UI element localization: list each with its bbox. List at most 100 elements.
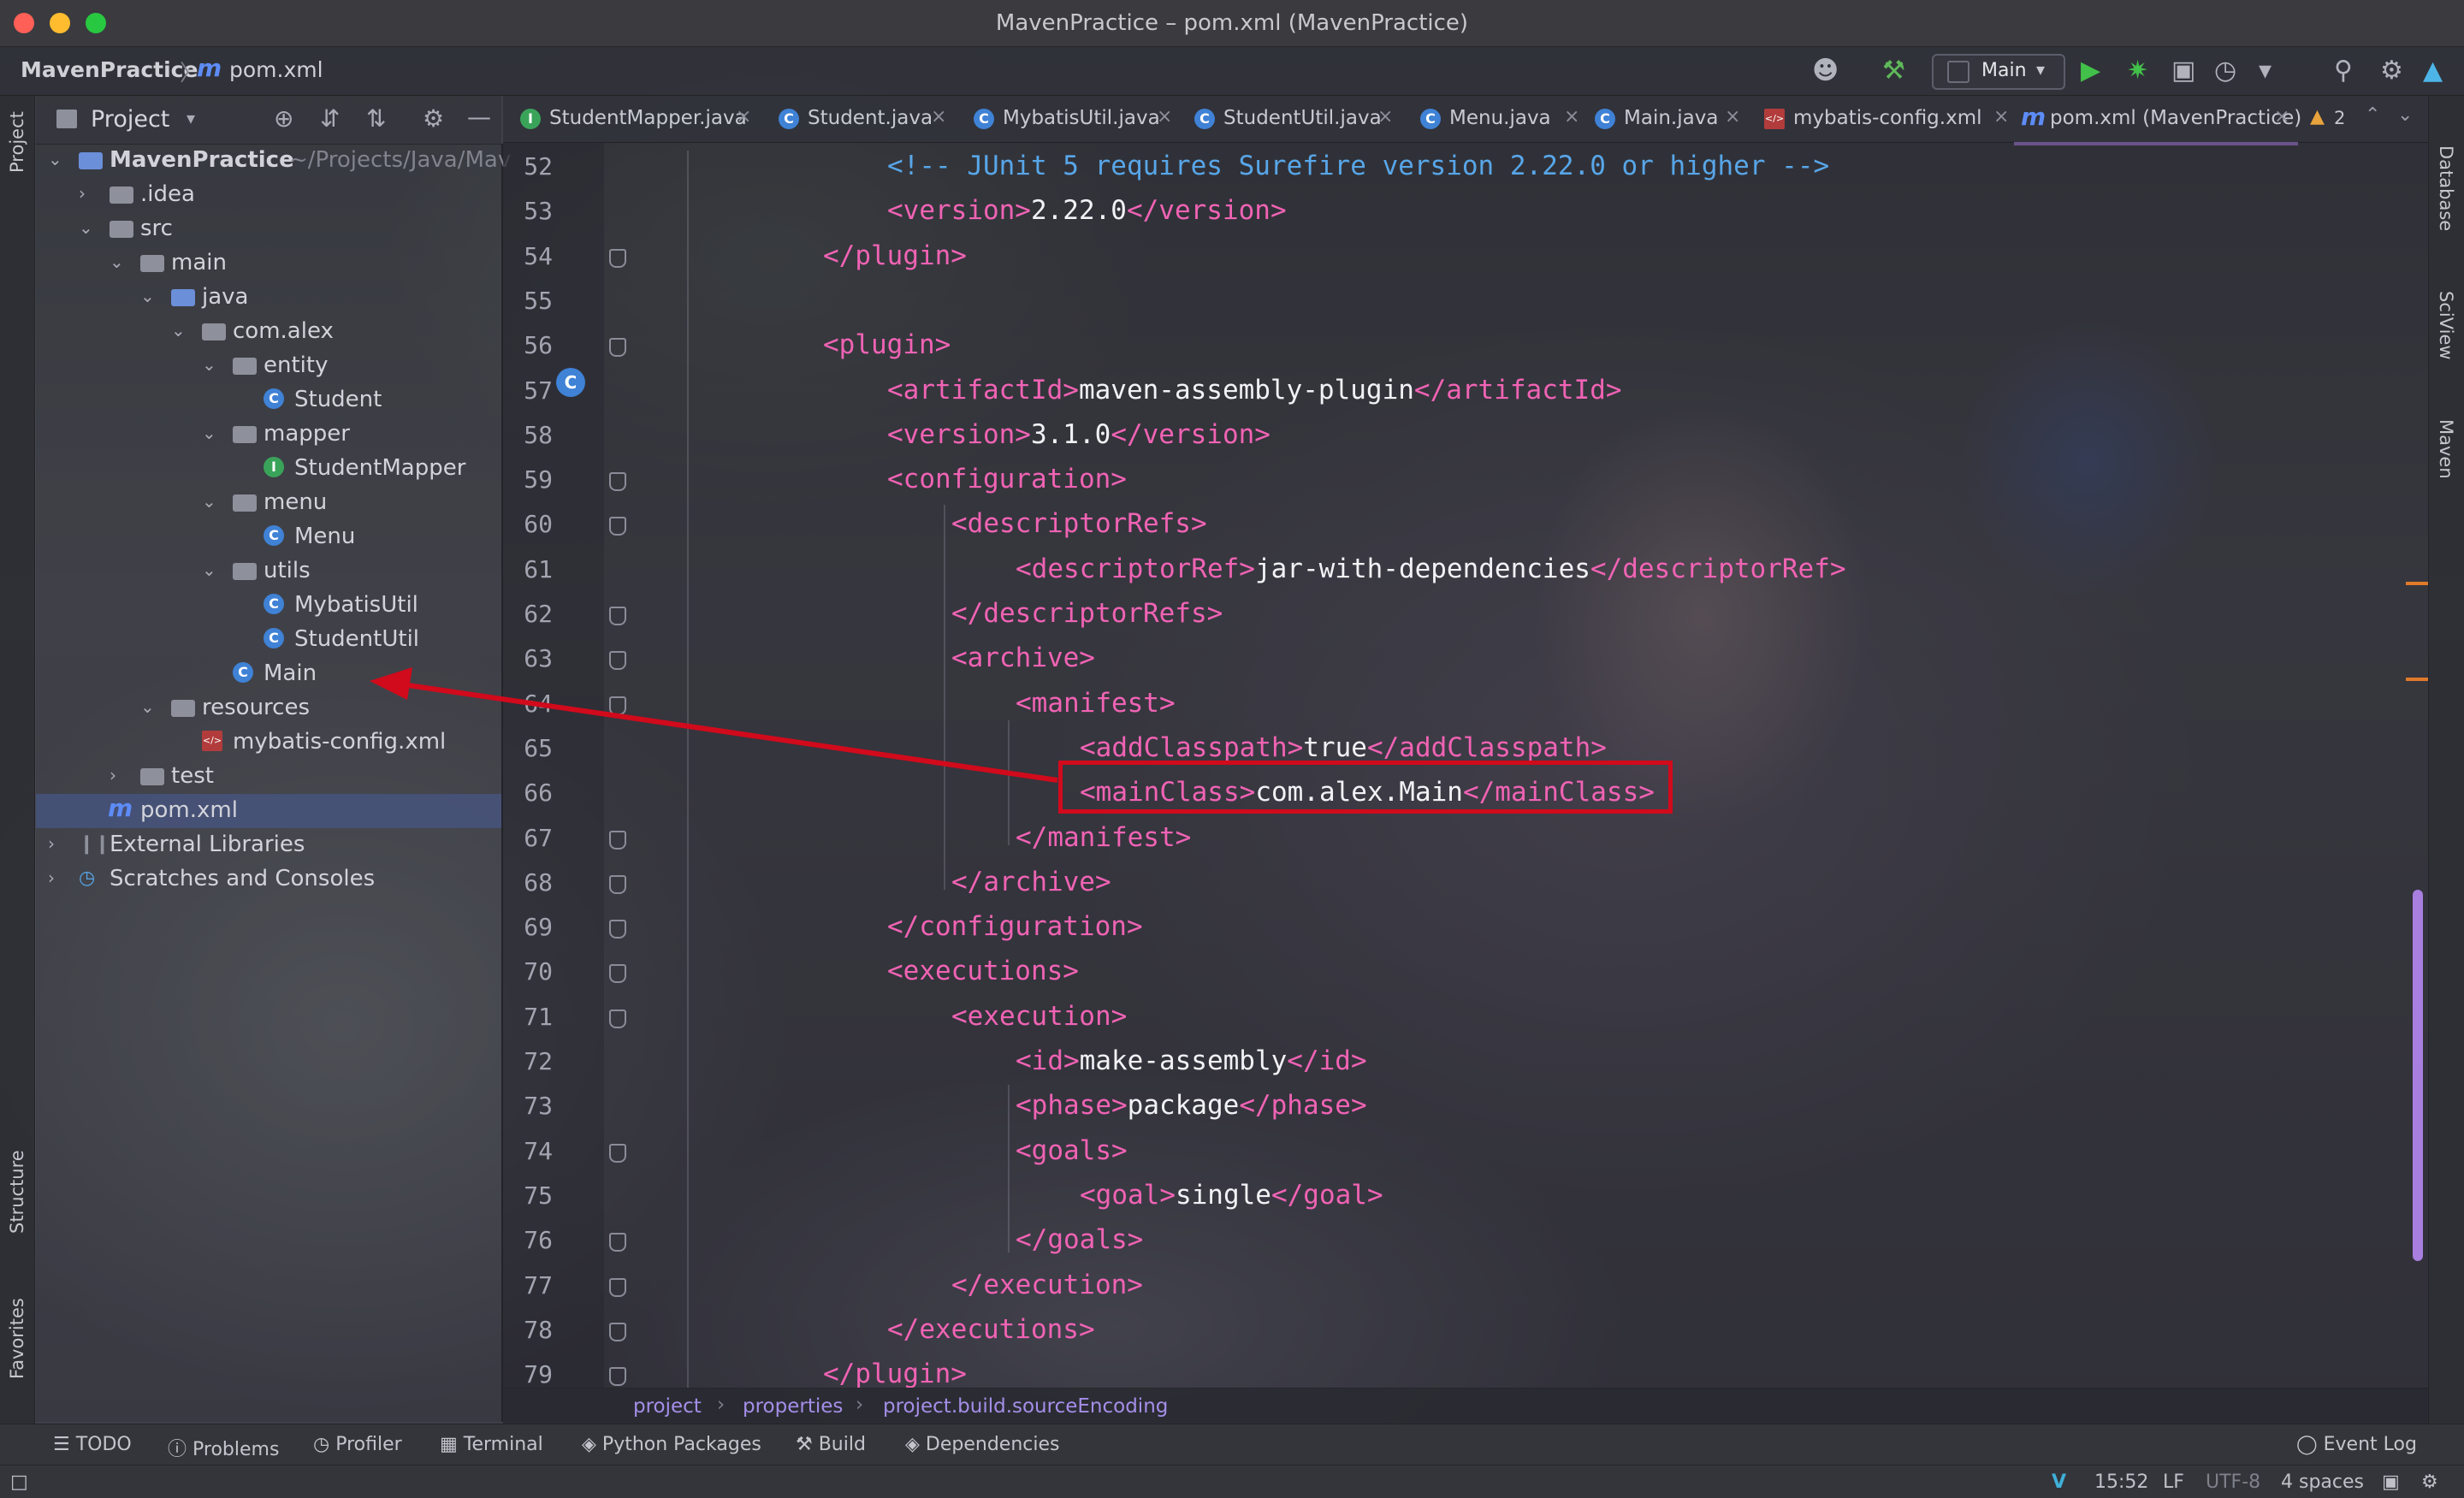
build-hammer-icon[interactable]: ⚒	[1882, 56, 1905, 86]
user-icon[interactable]: ☻	[1812, 56, 1839, 86]
line-number[interactable]: 72	[510, 1047, 553, 1075]
code-line[interactable]: <version>3.1.0</version>	[887, 419, 1270, 450]
code-line[interactable]: <!-- JUnit 5 requires Surefire version 2…	[887, 151, 1829, 181]
chevron-down-icon[interactable]: ⌄	[79, 217, 93, 238]
fold-marker-icon[interactable]	[609, 517, 626, 536]
debug-icon[interactable]: ✷	[2127, 56, 2148, 86]
status-line-separator[interactable]: LF	[2163, 1471, 2184, 1493]
tree-item-mybatisutil[interactable]: C MybatisUtil	[36, 589, 501, 623]
status-encoding[interactable]: UTF-8	[2206, 1471, 2260, 1493]
line-number[interactable]: 77	[510, 1271, 553, 1300]
line-number[interactable]: 67	[510, 824, 553, 852]
profiler-tool-button[interactable]: ◷ Profiler	[313, 1434, 402, 1455]
fold-marker-icon[interactable]	[609, 1367, 626, 1386]
override-gutter-icon[interactable]: C	[556, 368, 585, 397]
line-number[interactable]: 75	[510, 1181, 553, 1210]
line-number[interactable]: 74	[510, 1137, 553, 1165]
toolbox-icon[interactable]: ▲	[2423, 56, 2443, 86]
fold-marker-icon[interactable]	[609, 1323, 626, 1341]
fold-marker-icon[interactable]	[609, 338, 626, 357]
nav-project[interactable]: MavenPractice	[21, 57, 198, 82]
fold-marker-icon[interactable]	[609, 875, 626, 894]
code-line[interactable]: </archive>	[951, 867, 1111, 897]
toggle-tool-windows-icon[interactable]: □	[10, 1471, 28, 1493]
todo-tool-button[interactable]: ☰ TODO	[53, 1434, 132, 1455]
expand-all-icon[interactable]: ⇵	[320, 104, 340, 133]
chevron-down-icon[interactable]: ⌄	[171, 320, 186, 340]
line-number[interactable]: 60	[510, 510, 553, 538]
code-line[interactable]: </goals>	[1016, 1224, 1143, 1255]
code-line[interactable]: <archive>	[951, 642, 1095, 673]
tree-item-main[interactable]: ⌄ main	[36, 246, 501, 281]
tree-item-idea[interactable]: › .idea	[36, 178, 501, 212]
tree-item-mavenpractice[interactable]: ⌄ MavenPractice ~/Projects/Java/Mav	[36, 144, 511, 178]
terminal-tool-button[interactable]: ▦ Terminal	[440, 1434, 543, 1455]
close-icon[interactable]: ×	[2274, 106, 2289, 127]
event-log-tool-button[interactable]: ◯ Event Log	[2296, 1434, 2417, 1455]
fold-marker-icon[interactable]	[609, 1233, 626, 1252]
fold-marker-icon[interactable]	[609, 1278, 626, 1297]
chevron-down-icon[interactable]: ▾	[187, 108, 195, 128]
previous-highlight-icon[interactable]: ⌃	[2365, 104, 2380, 126]
hide-icon[interactable]: —	[467, 103, 491, 131]
code-line[interactable]: <executions>	[887, 956, 1079, 986]
tree-item-studentmapper[interactable]: I StudentMapper	[36, 452, 501, 486]
vcs-icon[interactable]: V	[2052, 1471, 2066, 1493]
close-icon[interactable]: ×	[1993, 106, 2009, 127]
line-number[interactable]: 76	[510, 1226, 553, 1254]
gear-icon[interactable]: ⚙	[423, 104, 444, 133]
fold-marker-icon[interactable]	[609, 1144, 626, 1163]
code-line[interactable]: </configuration>	[887, 911, 1143, 942]
next-highlight-icon[interactable]: ⌄	[2397, 104, 2413, 126]
code-line[interactable]: <descriptorRef>jar-with-dependencies</de…	[1016, 554, 1846, 584]
tree-item-studentutil[interactable]: C StudentUtil	[36, 623, 501, 657]
line-number[interactable]: 64	[510, 690, 553, 718]
tree-item-scratches[interactable]: › ◷ Scratches and Consoles	[36, 862, 501, 897]
line-number[interactable]: 61	[510, 555, 553, 583]
project-tool-button[interactable]: Project	[7, 111, 27, 173]
run-icon[interactable]: ▶	[2081, 56, 2100, 86]
line-number[interactable]: 58	[510, 421, 553, 449]
chevron-down-icon[interactable]: ⌄	[110, 252, 124, 272]
locate-icon[interactable]: ⊕	[274, 104, 293, 133]
close-icon[interactable]: ×	[931, 106, 946, 127]
fold-marker-icon[interactable]	[609, 1010, 626, 1028]
tree-item-mapper[interactable]: ⌄ mapper	[36, 417, 501, 452]
sciview-tool-button[interactable]: SciView	[2436, 291, 2456, 360]
line-number[interactable]: 54	[510, 242, 553, 270]
code-line[interactable]: <phase>package</phase>	[1016, 1090, 1367, 1121]
code-line[interactable]: </plugin>	[823, 240, 967, 271]
line-number[interactable]: 63	[510, 644, 553, 672]
fold-marker-icon[interactable]	[609, 651, 626, 670]
code-line[interactable]: </executions>	[887, 1314, 1095, 1345]
line-number[interactable]: 71	[510, 1003, 553, 1031]
tree-item-java[interactable]: ⌄ java	[36, 281, 501, 315]
status-time[interactable]: 15:52	[2094, 1471, 2148, 1493]
code-line[interactable]: <execution>	[951, 1001, 1127, 1032]
line-number[interactable]: 73	[510, 1092, 553, 1120]
collapse-all-icon[interactable]: ⇅	[366, 104, 386, 133]
code-line[interactable]: <addClasspath>true</addClasspath>	[1080, 732, 1607, 763]
fold-marker-icon[interactable]	[609, 472, 626, 491]
chevron-down-icon[interactable]: ⌄	[48, 149, 62, 169]
profile-icon[interactable]: ◷	[2214, 56, 2236, 86]
line-number[interactable]: 55	[510, 287, 553, 315]
code-line[interactable]: <manifest>	[1016, 688, 1176, 719]
crumb-project[interactable]: project	[633, 1395, 702, 1418]
crumb-properties[interactable]: properties	[743, 1395, 843, 1418]
close-icon[interactable]: ×	[1157, 106, 1172, 127]
problems-tool-button[interactable]: ⓘ Problems	[168, 1434, 279, 1461]
chevron-down-icon[interactable]: ⌄	[202, 354, 216, 375]
code-line[interactable]: </plugin>	[823, 1359, 967, 1389]
lock-icon[interactable]: ▣	[2382, 1471, 2400, 1493]
line-number[interactable]: 53	[510, 197, 553, 225]
tree-item-resources[interactable]: ⌄ resources	[36, 691, 501, 725]
code-line[interactable]: </execution>	[951, 1270, 1143, 1300]
run-configuration-select[interactable]: Main ▾	[1932, 54, 2065, 90]
tab-mybatis-config[interactable]: </> mybatis-config.xml ×	[1764, 96, 2021, 142]
structure-tool-button[interactable]: Structure	[7, 1150, 27, 1234]
tree-item-external-libraries[interactable]: › ❙❙ External Libraries	[36, 828, 501, 862]
tree-item-main-class[interactable]: C Main	[36, 657, 501, 691]
line-number[interactable]: 56	[510, 331, 553, 359]
tab-mybatisutil[interactable]: C MybatisUtil.java ×	[974, 96, 1179, 142]
